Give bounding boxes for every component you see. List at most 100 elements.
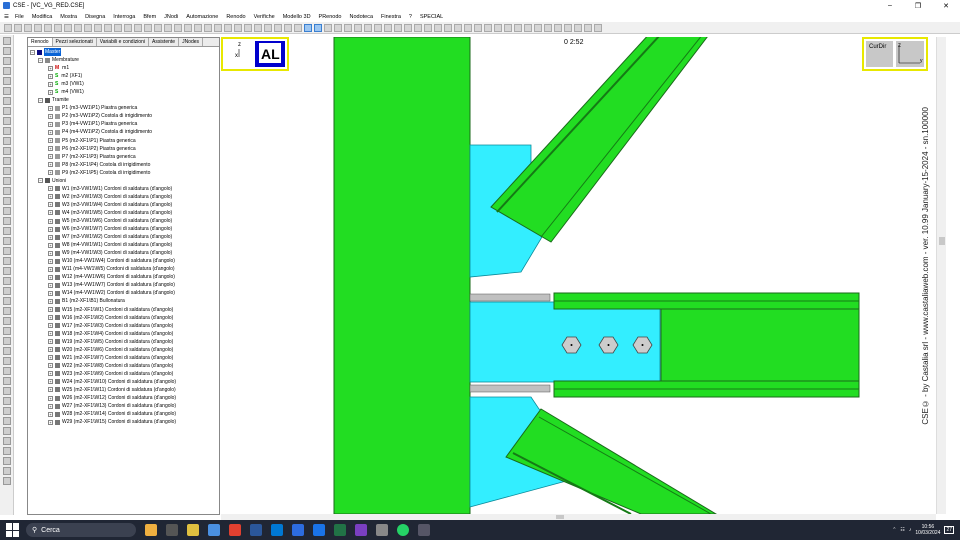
menu-item-7[interactable]: Automazione	[182, 14, 222, 20]
toolbar-button-4[interactable]	[44, 23, 52, 32]
menu-item-11[interactable]: PRenodo	[315, 14, 346, 20]
menu-item-12[interactable]: Nodoteca	[345, 14, 377, 20]
toolbar-button-20[interactable]	[204, 23, 212, 32]
toolbar-button-7[interactable]	[74, 23, 82, 32]
tree-member-3[interactable]: + Sm4 (VW1)	[30, 88, 217, 96]
menu-item-5[interactable]: Bfem	[139, 14, 160, 20]
menu-item-9[interactable]: Verifiche	[250, 14, 279, 20]
side-tool-1[interactable]	[3, 47, 11, 55]
tree-plate-6[interactable]: + P7 (m2-XF1\P3) Piastra generica	[30, 153, 217, 161]
tree-union-27[interactable]: + W27 (m2-XF1\W13) Cordoni di saldatura (…	[30, 402, 217, 410]
side-tool-38[interactable]	[3, 417, 11, 425]
expand-toggle-icon[interactable]: +	[48, 154, 53, 160]
expand-toggle-icon[interactable]: +	[48, 242, 53, 248]
tree-union-6[interactable]: + W7 (m3-VW1\W2) Cordoni di saldatura (d'…	[30, 233, 217, 241]
expand-toggle-icon[interactable]: +	[48, 315, 53, 321]
toolbar-button-51[interactable]	[514, 23, 522, 32]
toolbar-button-59[interactable]	[594, 23, 602, 32]
expand-toggle-icon[interactable]: −	[38, 97, 43, 103]
outlook-icon[interactable]	[313, 524, 325, 536]
joint-drawing[interactable]: z x AL 0 2:52	[221, 37, 936, 514]
expand-toggle-icon[interactable]: +	[48, 403, 53, 409]
toolbar-button-16[interactable]	[164, 23, 172, 32]
tree-union-28[interactable]: + W28 (m2-XF1\W14) Cordoni di saldatura (…	[30, 410, 217, 418]
toolbar-button-14[interactable]	[144, 23, 152, 32]
toolbar-button-42[interactable]	[424, 23, 432, 32]
toolbar-button-29[interactable]	[294, 23, 302, 32]
expand-toggle-icon[interactable]: −	[38, 57, 43, 63]
expand-toggle-icon[interactable]: +	[48, 379, 53, 385]
toolbar-button-50[interactable]	[504, 23, 512, 32]
side-tool-33[interactable]	[3, 367, 11, 375]
toolbar-button-13[interactable]	[134, 23, 142, 32]
menu-item-14[interactable]: ?	[405, 14, 416, 20]
menu-item-3[interactable]: Disegna	[81, 14, 109, 20]
toolbar-button-26[interactable]	[264, 23, 272, 32]
horizontal-scroll-thumb[interactable]	[556, 515, 564, 519]
tree-group-unioni[interactable]: − Unioni	[30, 177, 217, 185]
side-tool-0[interactable]	[3, 37, 11, 45]
minimize-button[interactable]: –	[876, 0, 904, 11]
side-tool-23[interactable]	[3, 267, 11, 275]
task-view-icon[interactable]	[166, 524, 178, 536]
tree-union-7[interactable]: + W8 (m4-VW1\W1) Cordoni di saldatura (d'…	[30, 241, 217, 249]
toolbar-button-24[interactable]	[244, 23, 252, 32]
menu-item-10[interactable]: Modello 3D	[279, 14, 315, 20]
toolbar-button-0[interactable]	[4, 23, 12, 32]
taskbar-search[interactable]: ⚲ Cerca	[26, 523, 136, 537]
expand-toggle-icon[interactable]: +	[48, 250, 53, 256]
expand-toggle-icon[interactable]: +	[48, 387, 53, 393]
bolt-group[interactable]	[561, 336, 653, 354]
side-tool-21[interactable]	[3, 247, 11, 255]
toolbar-button-39[interactable]	[394, 23, 402, 32]
tree-root-master[interactable]: − Master	[30, 48, 217, 57]
word-icon[interactable]	[250, 524, 262, 536]
side-tool-40[interactable]	[3, 437, 11, 445]
maximize-button[interactable]: ❐	[904, 0, 932, 11]
toolbar-button-32[interactable]	[324, 23, 332, 32]
expand-toggle-icon[interactable]: +	[48, 371, 53, 377]
side-tool-16[interactable]	[3, 197, 11, 205]
side-tool-29[interactable]	[3, 327, 11, 335]
toolbar-button-34[interactable]	[344, 23, 352, 32]
tree-union-11[interactable]: + W12 (m4-VW1\W6) Cordoni di saldatura (d…	[30, 273, 217, 281]
toolbar-button-23[interactable]	[234, 23, 242, 32]
tree-member-2[interactable]: + Sm3 (VW1)	[30, 80, 217, 88]
side-tool-26[interactable]	[3, 297, 11, 305]
expand-toggle-icon[interactable]: +	[48, 138, 53, 144]
side-tool-41[interactable]	[3, 447, 11, 455]
expand-toggle-icon[interactable]: +	[48, 202, 53, 208]
tree-union-12[interactable]: + W13 (m4-VW1\W7) Cordoni di saldatura (d…	[30, 281, 217, 289]
side-tool-43[interactable]	[3, 467, 11, 475]
clock[interactable]: 10:56 10/03/2024	[915, 524, 940, 536]
menu-item-6[interactable]: JNodi	[160, 14, 182, 20]
side-tool-32[interactable]	[3, 357, 11, 365]
tree-union-3[interactable]: + W4 (m3-VW1\W5) Cordoni di saldatura (d'…	[30, 209, 217, 217]
expand-toggle-icon[interactable]: +	[48, 73, 53, 79]
expand-toggle-icon[interactable]: +	[48, 419, 53, 425]
tree-union-0[interactable]: + W1 (m3-VW1\W1) Cordoni di saldatura (d'…	[30, 185, 217, 193]
expand-toggle-icon[interactable]: +	[48, 355, 53, 361]
toolbar-button-18[interactable]	[184, 23, 192, 32]
toolbar-button-55[interactable]	[554, 23, 562, 32]
side-tool-7[interactable]	[3, 107, 11, 115]
toolbar-button-45[interactable]	[454, 23, 462, 32]
toolbar-button-19[interactable]	[194, 23, 202, 32]
tree-union-16[interactable]: + W16 (m2-XF1\W2) Cordoni di saldatura (d…	[30, 314, 217, 322]
whatsapp-icon[interactable]	[397, 524, 409, 536]
menu-item-1[interactable]: Modifica	[28, 14, 56, 20]
toolbar-button-43[interactable]	[434, 23, 442, 32]
tree-union-24[interactable]: + W24 (m2-XF1\W10) Cordoni di saldatura (…	[30, 378, 217, 386]
side-tool-4[interactable]	[3, 77, 11, 85]
expand-toggle-icon[interactable]: +	[48, 146, 53, 152]
tree-union-9[interactable]: + W10 (m4-VW1\W4) Cordoni di saldatura (d…	[30, 257, 217, 265]
side-tool-17[interactable]	[3, 207, 11, 215]
toolbar-button-54[interactable]	[544, 23, 552, 32]
side-tool-6[interactable]	[3, 97, 11, 105]
toolbar-button-22[interactable]	[224, 23, 232, 32]
toolbar-button-31[interactable]	[314, 23, 322, 32]
side-tool-11[interactable]	[3, 147, 11, 155]
toolbar-button-9[interactable]	[94, 23, 102, 32]
toolbar-button-8[interactable]	[84, 23, 92, 32]
expand-toggle-icon[interactable]: +	[48, 121, 53, 127]
